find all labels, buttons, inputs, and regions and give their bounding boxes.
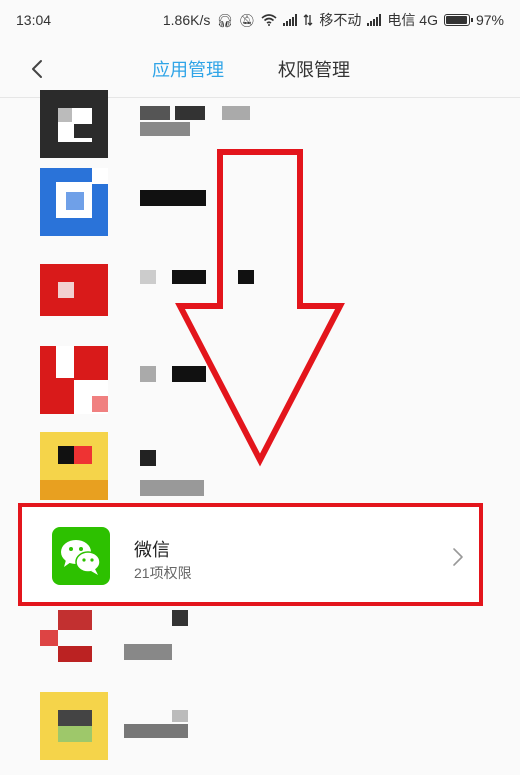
blurred-app-name [172, 610, 188, 626]
tab-permission-management[interactable]: 权限管理 [278, 56, 350, 82]
blurred-app-name [175, 106, 205, 120]
blurred-app-name [140, 450, 156, 466]
signal-icon [283, 14, 298, 26]
list-item[interactable] [0, 432, 520, 514]
blurred-app-name [172, 710, 188, 722]
chevron-right-icon [453, 548, 463, 566]
blurred-app-name [172, 270, 206, 284]
blurred-app-sub [124, 724, 188, 738]
blurred-app-icon [40, 432, 108, 500]
signal-icon [367, 14, 382, 26]
wifi-icon [261, 14, 277, 26]
chevron-left-icon[interactable] [26, 57, 50, 81]
blurred-app-name [172, 366, 206, 382]
blurred-app-name [140, 270, 156, 284]
blurred-app-name [238, 270, 254, 284]
status-right: 1.86K/s 🎧︎ 🔕︎ 移不动 电信 4G 97% [163, 10, 504, 30]
blurred-app-icon [40, 610, 108, 678]
list-item[interactable] [0, 168, 520, 258]
phone-screen: 13:04 1.86K/s 🎧︎ 🔕︎ 移不动 电信 4G 97% 应用管理 权… [0, 0, 520, 775]
app-name: 微信 [134, 540, 170, 560]
list-item[interactable] [0, 264, 520, 346]
blurred-app-icon [40, 346, 108, 414]
blurred-app-icon [40, 692, 108, 760]
mute-icon: 🔕︎ [238, 12, 256, 28]
carrier-2: 电信 4G [387, 12, 438, 28]
carrier-1: 移不动 [319, 12, 362, 28]
blurred-app-name [140, 106, 170, 120]
wechat-list-item[interactable]: 微信 21项权限 [18, 503, 483, 606]
blurred-app-sub [140, 122, 190, 136]
blurred-app-icon [40, 90, 108, 158]
list-item[interactable] [0, 346, 520, 428]
app-permission-count: 21项权限 [134, 565, 192, 581]
data-arrows-icon [303, 14, 313, 26]
blurred-app-icon [40, 168, 108, 236]
blurred-app-name [140, 366, 156, 382]
status-time: 13:04 [16, 12, 52, 28]
headphones-icon: 🎧︎ [216, 12, 233, 28]
blurred-app-name [222, 106, 250, 120]
blurred-app-sub [124, 644, 172, 660]
network-speed: 1.86K/s [162, 12, 211, 28]
wechat-icon [52, 527, 110, 585]
blurred-app-sub [140, 480, 204, 496]
battery-icon [443, 14, 473, 26]
blurred-app-icon [40, 264, 108, 332]
tab-app-management[interactable]: 应用管理 [152, 56, 224, 82]
list-item[interactable] [0, 610, 520, 692]
battery-percent: 97% [475, 12, 504, 28]
list-item[interactable] [0, 692, 520, 774]
status-bar: 13:04 1.86K/s 🎧︎ 🔕︎ 移不动 电信 4G 97% [0, 0, 520, 40]
blurred-app-name [140, 190, 206, 206]
